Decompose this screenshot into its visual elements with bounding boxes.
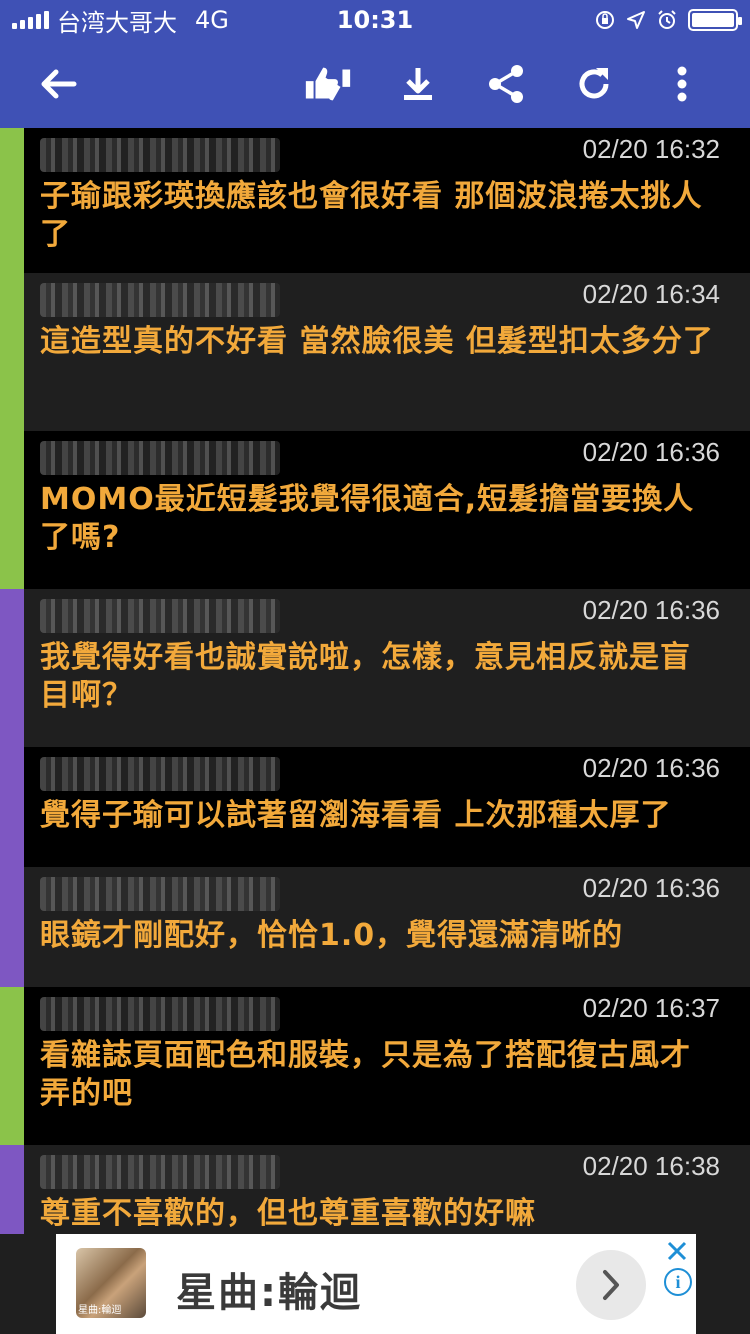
refresh-button[interactable] [568,60,620,108]
comment-color-bar [0,747,24,867]
download-button[interactable] [392,60,444,108]
clock: 10:31 [336,6,414,34]
comment-time: 02/20 16:34 [582,279,720,309]
status-bar: 台湾大哥大 4G 10:31 [0,0,750,40]
list-edge-right [696,1234,750,1334]
username-redacted [40,279,280,319]
location-icon [627,11,645,29]
back-button[interactable] [32,60,84,108]
comment-time: 02/20 16:36 [582,595,720,625]
comment-text: 眼鏡才剛配好，恰恰1.0，覺得還滿清晰的 [40,918,624,953]
rate-button[interactable] [302,60,354,108]
alarm-icon [658,10,676,29]
ad-banner[interactable]: 星曲:輪迴 星曲:輪迴 i [56,1234,696,1334]
comment-text: 覺得子瑜可以試著留瀏海看看 上次那種太厚了 [40,798,672,833]
signal-icon [12,11,49,29]
comment-time: 02/20 16:38 [582,1151,720,1181]
close-icon [667,1241,687,1261]
comment-row[interactable]: 02/20 16:36 MOMO最近短髮我覺得很適合,短髮擔當要換人了嗎? [0,431,750,589]
list-edge-left [0,1234,56,1334]
share-icon [489,65,523,103]
comment-time: 02/20 16:37 [582,993,720,1023]
ad-info-icon[interactable]: i [664,1268,692,1296]
comment-color-bar [0,431,24,589]
comment-row[interactable]: 02/20 16:36 眼鏡才剛配好，恰恰1.0，覺得還滿清晰的 [0,867,750,987]
username-redacted [40,1151,280,1191]
back-arrow-icon [41,69,77,99]
username-redacted [40,437,280,477]
comment-text: MOMO最近短髮我覺得很適合,短髮擔當要換人了嗎? [40,482,695,555]
username-redacted [40,993,280,1033]
username-redacted [40,873,280,913]
thumbs-icon [305,67,351,101]
comment-text: 子瑜跟彩瑛換應該也會很好看 那個波浪捲太挑人了 [40,179,703,252]
comment-time: 02/20 16:36 [582,873,720,903]
comment-row[interactable]: 02/20 16:34 這造型真的不好看 當然臉很美 但髮型扣太多分了 [0,273,750,431]
download-icon [404,68,432,100]
network-label: 4G [195,6,229,34]
comment-time: 02/20 16:36 [582,753,720,783]
comment-color-bar [0,867,24,987]
username-redacted [40,134,280,174]
carrier-label: 台湾大哥大 [57,8,177,37]
comment-time: 02/20 16:36 [582,437,720,467]
toolbar [0,40,750,128]
comment-row[interactable]: 02/20 16:37 看雜誌頁面配色和服裝，只是為了搭配復古風才弄的吧 [0,987,750,1145]
ad-thumb-caption: 星曲:輪迴 [78,1305,122,1316]
comment-row[interactable]: 02/20 16:36 我覺得好看也誠實說啦，怎樣，意見相反就是盲目啊？ [0,589,750,747]
comment-time: 02/20 16:32 [582,134,720,164]
ad-close-button[interactable] [662,1236,692,1266]
comment-text: 尊重不喜歡的，但也尊重喜歡的好嘛 [40,1196,536,1231]
comment-text: 這造型真的不好看 當然臉很美 但髮型扣太多分了 [40,324,714,359]
ad-thumbnail[interactable]: 星曲:輪迴 [76,1248,146,1318]
comment-text: 我覺得好看也誠實說啦，怎樣，意見相反就是盲目啊？ [40,640,691,713]
chevron-right-icon [603,1270,619,1300]
more-button[interactable] [656,60,708,108]
comment-color-bar [0,128,24,273]
comment-list[interactable]: 02/20 16:32 子瑜跟彩瑛換應該也會很好看 那個波浪捲太挑人了 02/2… [0,128,750,1234]
username-redacted [40,753,280,793]
comment-row[interactable]: 02/20 16:32 子瑜跟彩瑛換應該也會很好看 那個波浪捲太挑人了 [0,128,750,273]
ad-open-button[interactable] [576,1250,646,1320]
comment-row[interactable]: 02/20 16:36 覺得子瑜可以試著留瀏海看看 上次那種太厚了 [0,747,750,867]
refresh-icon [579,68,609,99]
ad-title[interactable]: 星曲:輪迴 [176,1260,362,1318]
comment-color-bar [0,1145,24,1234]
comment-color-bar [0,273,24,431]
comment-row[interactable]: 02/20 16:38 尊重不喜歡的，但也尊重喜歡的好嘛 [0,1145,750,1234]
rotation-lock-icon [596,11,614,29]
comment-color-bar [0,589,24,747]
comment-color-bar [0,987,24,1145]
share-button[interactable] [480,60,532,108]
comment-text: 看雜誌頁面配色和服裝，只是為了搭配復古風才弄的吧 [40,1038,691,1111]
username-redacted [40,595,280,635]
battery-icon [688,9,742,31]
more-vert-icon [677,66,687,102]
